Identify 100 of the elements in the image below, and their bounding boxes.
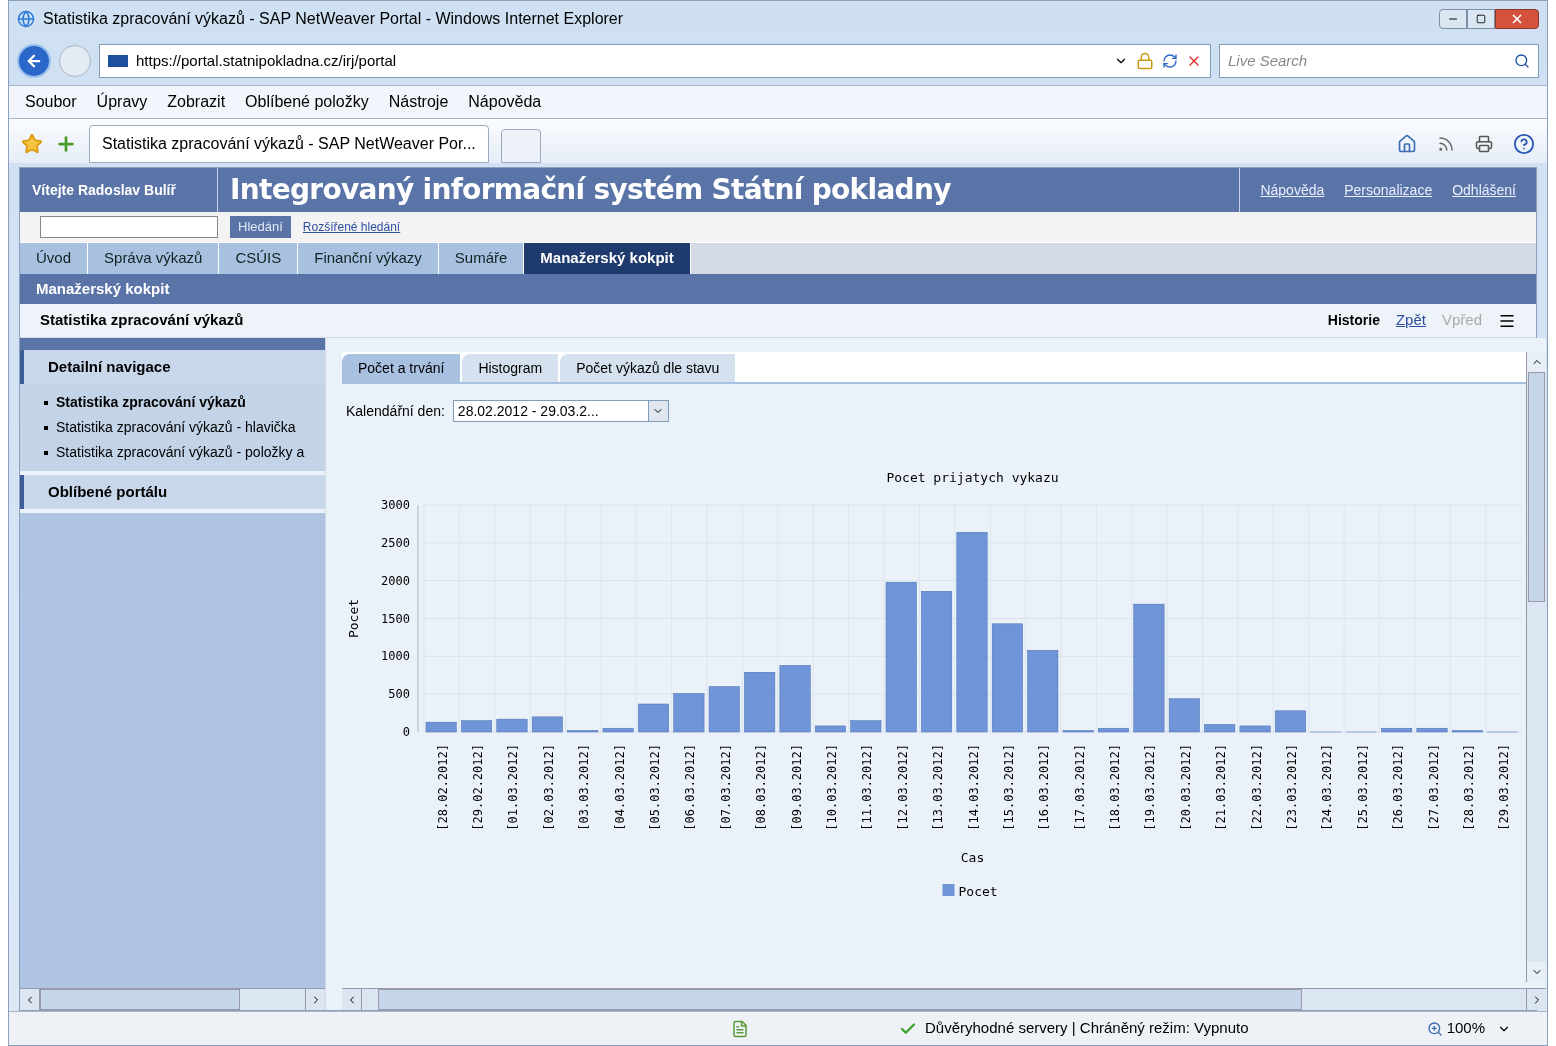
minimize-button[interactable] (1439, 9, 1467, 29)
x-tick-label: [06.03.2012] (683, 744, 698, 831)
x-tick-label: [09.03.2012] (789, 744, 804, 831)
bullet-icon (44, 425, 48, 430)
x-tick-label: [20.03.2012] (1178, 744, 1193, 831)
content-tab[interactable]: Počet a trvání (342, 354, 461, 382)
header-link[interactable]: Odhlášení (1452, 179, 1516, 201)
home-icon[interactable] (1397, 134, 1417, 154)
x-tick-label: [07.03.2012] (718, 744, 733, 831)
x-tick-label: [22.03.2012] (1249, 744, 1264, 831)
bar (1275, 710, 1306, 733)
header-link[interactable]: Personalizace (1344, 179, 1433, 201)
add-favorite-icon[interactable] (55, 133, 77, 155)
maximize-icon (1476, 14, 1486, 24)
y-tick-label: 1000 (381, 649, 410, 664)
horizontal-scrollbar-thumb[interactable] (378, 989, 1302, 1010)
bar (567, 730, 599, 733)
help-icon[interactable] (1513, 133, 1535, 155)
bar (1098, 727, 1129, 733)
browser-tab[interactable]: Statistika zpracování výkazů - SAP NetWeaver Por... (89, 125, 489, 163)
portal-tab[interactable]: Finanční výkazy (298, 243, 439, 274)
x-tick-label: [18.03.2012] (1108, 744, 1123, 831)
refresh-icon[interactable] (1162, 53, 1178, 69)
back-link[interactable]: Zpět (1395, 309, 1426, 332)
feed-icon[interactable] (1437, 135, 1455, 153)
bar (1204, 724, 1236, 733)
bar (1239, 725, 1271, 733)
date-range-dropdown[interactable]: 28.02.2012 - 29.03.2... (452, 400, 669, 422)
bar (815, 725, 846, 733)
x-tick-label: [05.03.2012] (648, 744, 662, 831)
menu-item[interactable]: Zobrazit (167, 90, 226, 114)
menu-item[interactable]: Oblíbené položky (245, 90, 369, 114)
navigation-section-header[interactable]: Detailní navigace (20, 350, 325, 384)
bar (708, 686, 740, 733)
search-field[interactable]: Live Search (1228, 49, 1514, 73)
y-tick-label: 2000 (381, 573, 410, 588)
y-tick-label: 2500 (381, 535, 410, 550)
navigation-item[interactable]: Statistika zpracování výkazů - hlavička (56, 417, 296, 438)
search-button[interactable]: Hledání (230, 216, 291, 238)
x-tick-label: [24.03.2012] (1320, 744, 1335, 831)
site-logo-icon (108, 55, 128, 67)
x-tick-label: [13.03.2012] (931, 744, 946, 831)
portal-search-field[interactable] (40, 216, 218, 238)
x-tick-label: [29.03.2012] (1497, 744, 1512, 831)
bar (850, 720, 882, 733)
address-field[interactable]: https://portal.statnipokladna.cz/irj/portal (99, 44, 1211, 78)
content-tab[interactable]: Počet výkazů dle stavu (560, 354, 736, 382)
bar (602, 727, 634, 733)
favorites-star-icon[interactable] (21, 133, 43, 155)
search-box[interactable]: Live Search (1219, 44, 1539, 78)
lock-icon (1136, 52, 1154, 70)
x-tick-label: [02.03.2012] (541, 744, 556, 831)
navigation-section-header[interactable]: Oblíbené portálu (20, 475, 325, 509)
bar (1416, 727, 1448, 733)
x-tick-label: [19.03.2012] (1143, 744, 1158, 831)
page-title: Statistika zpracování výkazů (40, 310, 244, 331)
sub-navigation-tab[interactable]: Manažerský kokpit (20, 277, 186, 301)
menu-item[interactable]: Nápověda (468, 90, 542, 114)
back-button[interactable] (17, 44, 51, 78)
advanced-search-link[interactable]: Rozšířené hledání (302, 218, 401, 236)
x-tick-label: [23.03.2012] (1285, 744, 1299, 831)
x-tick-label: [15.03.2012] (1001, 744, 1016, 831)
portal-tab[interactable]: Manažerský kokpit (524, 243, 691, 274)
x-axis-title: Cas (960, 850, 985, 865)
x-tick-label: [01.03.2012] (506, 744, 521, 831)
portal-tab[interactable]: Sumáře (438, 243, 525, 274)
print-icon[interactable] (1475, 135, 1493, 153)
header-link[interactable]: Nápověda (1260, 179, 1325, 201)
navigation-item[interactable]: Statistika zpracování výkazů (56, 392, 246, 413)
bar (779, 665, 811, 733)
menu-item[interactable]: Soubor (25, 90, 77, 114)
bar (1062, 730, 1094, 733)
menu-item[interactable]: Úpravy (96, 90, 148, 114)
maximize-button[interactable] (1467, 9, 1495, 29)
x-tick-label: [27.03.2012] (1426, 744, 1441, 831)
y-tick-label: 1500 (381, 611, 410, 626)
x-tick-label: [04.03.2012] (612, 744, 627, 831)
portal-tab[interactable]: CSÚIS (219, 243, 299, 274)
bar (1452, 730, 1483, 733)
horizontal-scrollbar-thumb[interactable] (40, 989, 240, 1010)
x-tick-label: [12.03.2012] (895, 744, 910, 831)
close-button[interactable] (1495, 9, 1539, 29)
close-icon (1510, 12, 1524, 26)
x-tick-label: [10.03.2012] (824, 744, 839, 831)
y-axis-title: Pocet (346, 598, 361, 639)
portal-tab[interactable]: Správa výkazů (88, 243, 220, 274)
menu-item[interactable]: Nástroje (388, 90, 449, 114)
bar (461, 720, 492, 733)
navigation-item[interactable]: Statistika zpracování výkazů - položky a (56, 442, 305, 463)
new-tab-button[interactable] (500, 129, 541, 163)
history-menu[interactable]: Historie (1327, 310, 1380, 331)
portal-tab[interactable]: Úvod (20, 243, 89, 274)
x-tick-label: [14.03.2012] (966, 744, 981, 831)
x-tick-label: [28.03.2012] (1461, 744, 1476, 831)
status-text: Důvěryhodné servery | Chráněný režim: Vypnuto (925, 1018, 1249, 1039)
content-tab[interactable]: Histogram (462, 354, 559, 382)
x-tick-label: [03.03.2012] (577, 744, 592, 831)
window-title: Statistika zpracování výkazů - SAP NetWeaver Portal - Windows Internet Explorer (43, 9, 624, 29)
x-tick-label: [11.03.2012] (860, 744, 875, 831)
zoom-level[interactable]: 100% (1446, 1017, 1485, 1040)
